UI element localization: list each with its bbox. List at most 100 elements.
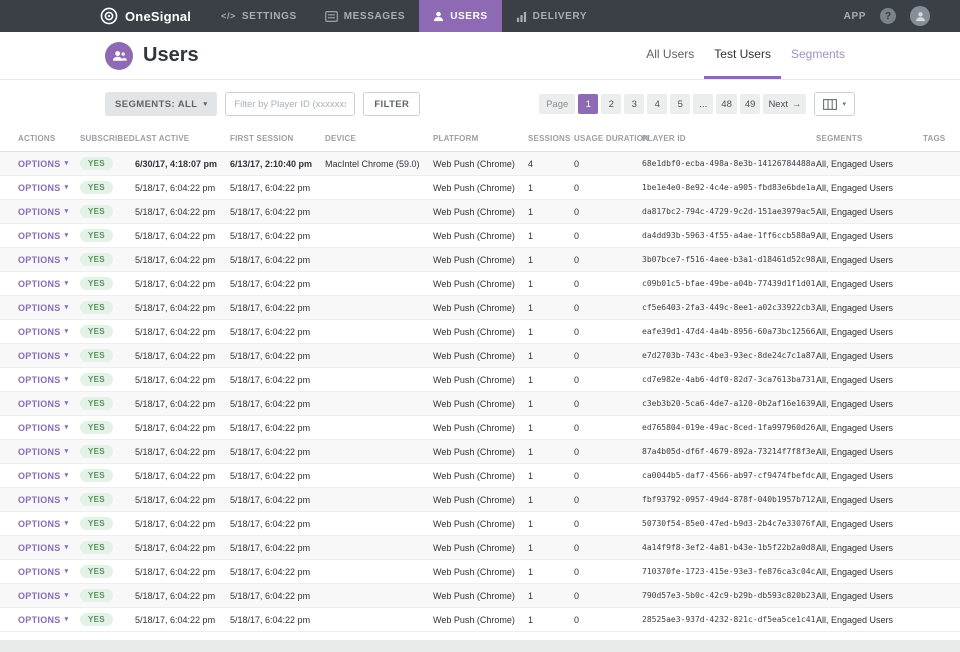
pagination-page[interactable]: ... — [693, 94, 714, 114]
options-dropdown[interactable]: OPTIONS ▾ — [18, 327, 68, 337]
segments-cell: All, Engaged Users — [816, 535, 923, 560]
options-dropdown[interactable]: OPTIONS ▾ — [18, 471, 68, 481]
subscribed-badge: YES — [80, 517, 113, 530]
nav-item-users[interactable]: USERS — [419, 0, 502, 32]
options-label: OPTIONS — [18, 230, 61, 241]
chevron-down-icon: ▾ — [64, 376, 69, 383]
chevron-down-icon: ▾ — [64, 520, 69, 527]
subscribed-cell: YES — [80, 247, 135, 272]
first-session-cell: 5/18/17, 6:04:22 pm — [230, 415, 325, 440]
options-dropdown[interactable]: OPTIONS ▾ — [18, 375, 68, 385]
subscribed-badge: YES — [80, 277, 113, 290]
options-dropdown[interactable]: OPTIONS ▾ — [18, 399, 68, 409]
options-dropdown[interactable]: OPTIONS ▾ — [18, 591, 68, 601]
last-active-cell: 5/18/17, 6:04:22 pm — [135, 343, 230, 368]
messages-icon — [324, 10, 338, 22]
column-header-subscribed: SUBSCRIBED — [80, 126, 135, 152]
user-avatar[interactable] — [910, 6, 930, 26]
pagination-page[interactable]: 3 — [624, 94, 645, 114]
device-cell — [325, 319, 433, 344]
segments-cell: All, Engaged Users — [816, 151, 923, 176]
pagination-page[interactable]: 2 — [601, 94, 622, 114]
chevron-down-icon: ▾ — [64, 256, 69, 263]
nav-item-messages[interactable]: MESSAGES — [311, 0, 419, 32]
options-label: OPTIONS — [18, 206, 61, 217]
platform-cell: Web Push (Chrome) — [433, 295, 528, 320]
usage-duration-cell: 0 — [574, 511, 642, 536]
options-dropdown[interactable]: OPTIONS ▾ — [18, 303, 68, 313]
sessions-cell: 1 — [528, 607, 574, 632]
column-header-device: DEVICE — [325, 126, 433, 152]
pagination-page[interactable]: 1 — [578, 94, 599, 114]
sessions-cell: 1 — [528, 343, 574, 368]
brand[interactable]: OneSignal — [0, 0, 207, 32]
device-cell: MacIntel Chrome (59.0) — [325, 151, 433, 176]
options-dropdown[interactable]: OPTIONS ▾ — [18, 207, 68, 217]
player-id-cell: c3eb3b20-5ca6-4de7-a120-0b2af16e1639 — [642, 391, 816, 416]
table-row: OPTIONS ▾ YES 5/18/17, 6:04:22 pm 5/18/17… — [0, 223, 960, 248]
first-session-cell: 5/18/17, 6:04:22 pm — [230, 295, 325, 320]
person-icon — [915, 11, 925, 21]
subscribed-cell: YES — [80, 487, 135, 512]
options-label: OPTIONS — [18, 398, 61, 409]
player-id-cell: e7d2703b-743c-4be3-93ec-8de24c7c1a87 — [642, 343, 816, 368]
options-dropdown[interactable]: OPTIONS ▾ — [18, 447, 68, 457]
nav-item-delivery[interactable]: DELIVERY — [502, 0, 601, 32]
subscribed-cell: YES — [80, 319, 135, 344]
options-dropdown[interactable]: OPTIONS ▾ — [18, 255, 68, 265]
pagination-page[interactable]: 49 — [739, 94, 761, 114]
column-picker-button[interactable]: ▾ — [814, 92, 855, 116]
options-dropdown[interactable]: OPTIONS ▾ — [18, 351, 68, 361]
segments-cell: All, Engaged Users — [816, 367, 923, 392]
actions-cell: OPTIONS ▾ — [0, 223, 80, 248]
table-row: OPTIONS ▾ YES 5/18/17, 6:04:22 pm 5/18/17… — [0, 511, 960, 536]
player-id-cell: ca0044b5-daf7-4566-ab97-cf9474fbefdc — [642, 463, 816, 488]
usage-duration-cell: 0 — [574, 415, 642, 440]
options-dropdown[interactable]: OPTIONS ▾ — [18, 231, 68, 241]
options-dropdown[interactable]: OPTIONS ▾ — [18, 279, 68, 289]
options-dropdown[interactable]: OPTIONS ▾ — [18, 183, 68, 193]
tab-all-users[interactable]: All Users — [636, 32, 704, 79]
pagination-page[interactable]: 4 — [647, 94, 668, 114]
tags-cell — [923, 559, 960, 584]
tab-segments[interactable]: Segments — [781, 32, 855, 79]
options-dropdown[interactable]: OPTIONS ▾ — [18, 159, 68, 169]
pagination-page[interactable]: 5 — [670, 94, 691, 114]
options-label: OPTIONS — [18, 614, 61, 625]
pagination-page[interactable]: 48 — [716, 94, 737, 114]
platform-cell: Web Push (Chrome) — [433, 151, 528, 176]
options-dropdown[interactable]: OPTIONS ▾ — [18, 519, 68, 529]
help-button[interactable]: ? — [880, 8, 896, 24]
segments-cell: All, Engaged Users — [816, 439, 923, 464]
chevron-down-icon: ▾ — [64, 208, 69, 215]
segments-cell: All, Engaged Users — [816, 415, 923, 440]
question-mark-icon: ? — [884, 10, 892, 22]
segments-dropdown[interactable]: SEGMENTS: ALL ▾ — [105, 92, 218, 116]
options-dropdown[interactable]: OPTIONS ▾ — [18, 495, 68, 505]
first-session-cell: 5/18/17, 6:04:22 pm — [230, 535, 325, 560]
pagination-next-button[interactable]: Next → — [763, 94, 807, 114]
options-dropdown[interactable]: OPTIONS ▾ — [18, 423, 68, 433]
options-label: OPTIONS — [18, 518, 61, 529]
nav-item-settings[interactable]: </> SETTINGS — [207, 0, 311, 32]
subscribed-cell: YES — [80, 583, 135, 608]
options-dropdown[interactable]: OPTIONS ▾ — [18, 615, 68, 625]
app-selector[interactable]: APP — [844, 11, 866, 22]
subscribed-cell: YES — [80, 511, 135, 536]
options-label: OPTIONS — [18, 158, 61, 169]
options-dropdown[interactable]: OPTIONS ▾ — [18, 543, 68, 553]
subscribed-cell: YES — [80, 463, 135, 488]
sessions-cell: 1 — [528, 319, 574, 344]
device-cell — [325, 463, 433, 488]
segments-cell: All, Engaged Users — [816, 175, 923, 200]
tab-test-users[interactable]: Test Users — [704, 32, 781, 79]
segments-cell: All, Engaged Users — [816, 607, 923, 632]
options-dropdown[interactable]: OPTIONS ▾ — [18, 567, 68, 577]
title-wrap: Users — [105, 32, 199, 79]
player-id-cell: 790d57e3-5b0c-42c9-b29b-db593c820b23 — [642, 583, 816, 608]
segments-cell: All, Engaged Users — [816, 511, 923, 536]
segments-cell: All, Engaged Users — [816, 295, 923, 320]
filter-button[interactable]: FILTER — [363, 92, 421, 116]
usage-duration-cell: 0 — [574, 607, 642, 632]
player-id-filter-input[interactable] — [225, 92, 356, 116]
